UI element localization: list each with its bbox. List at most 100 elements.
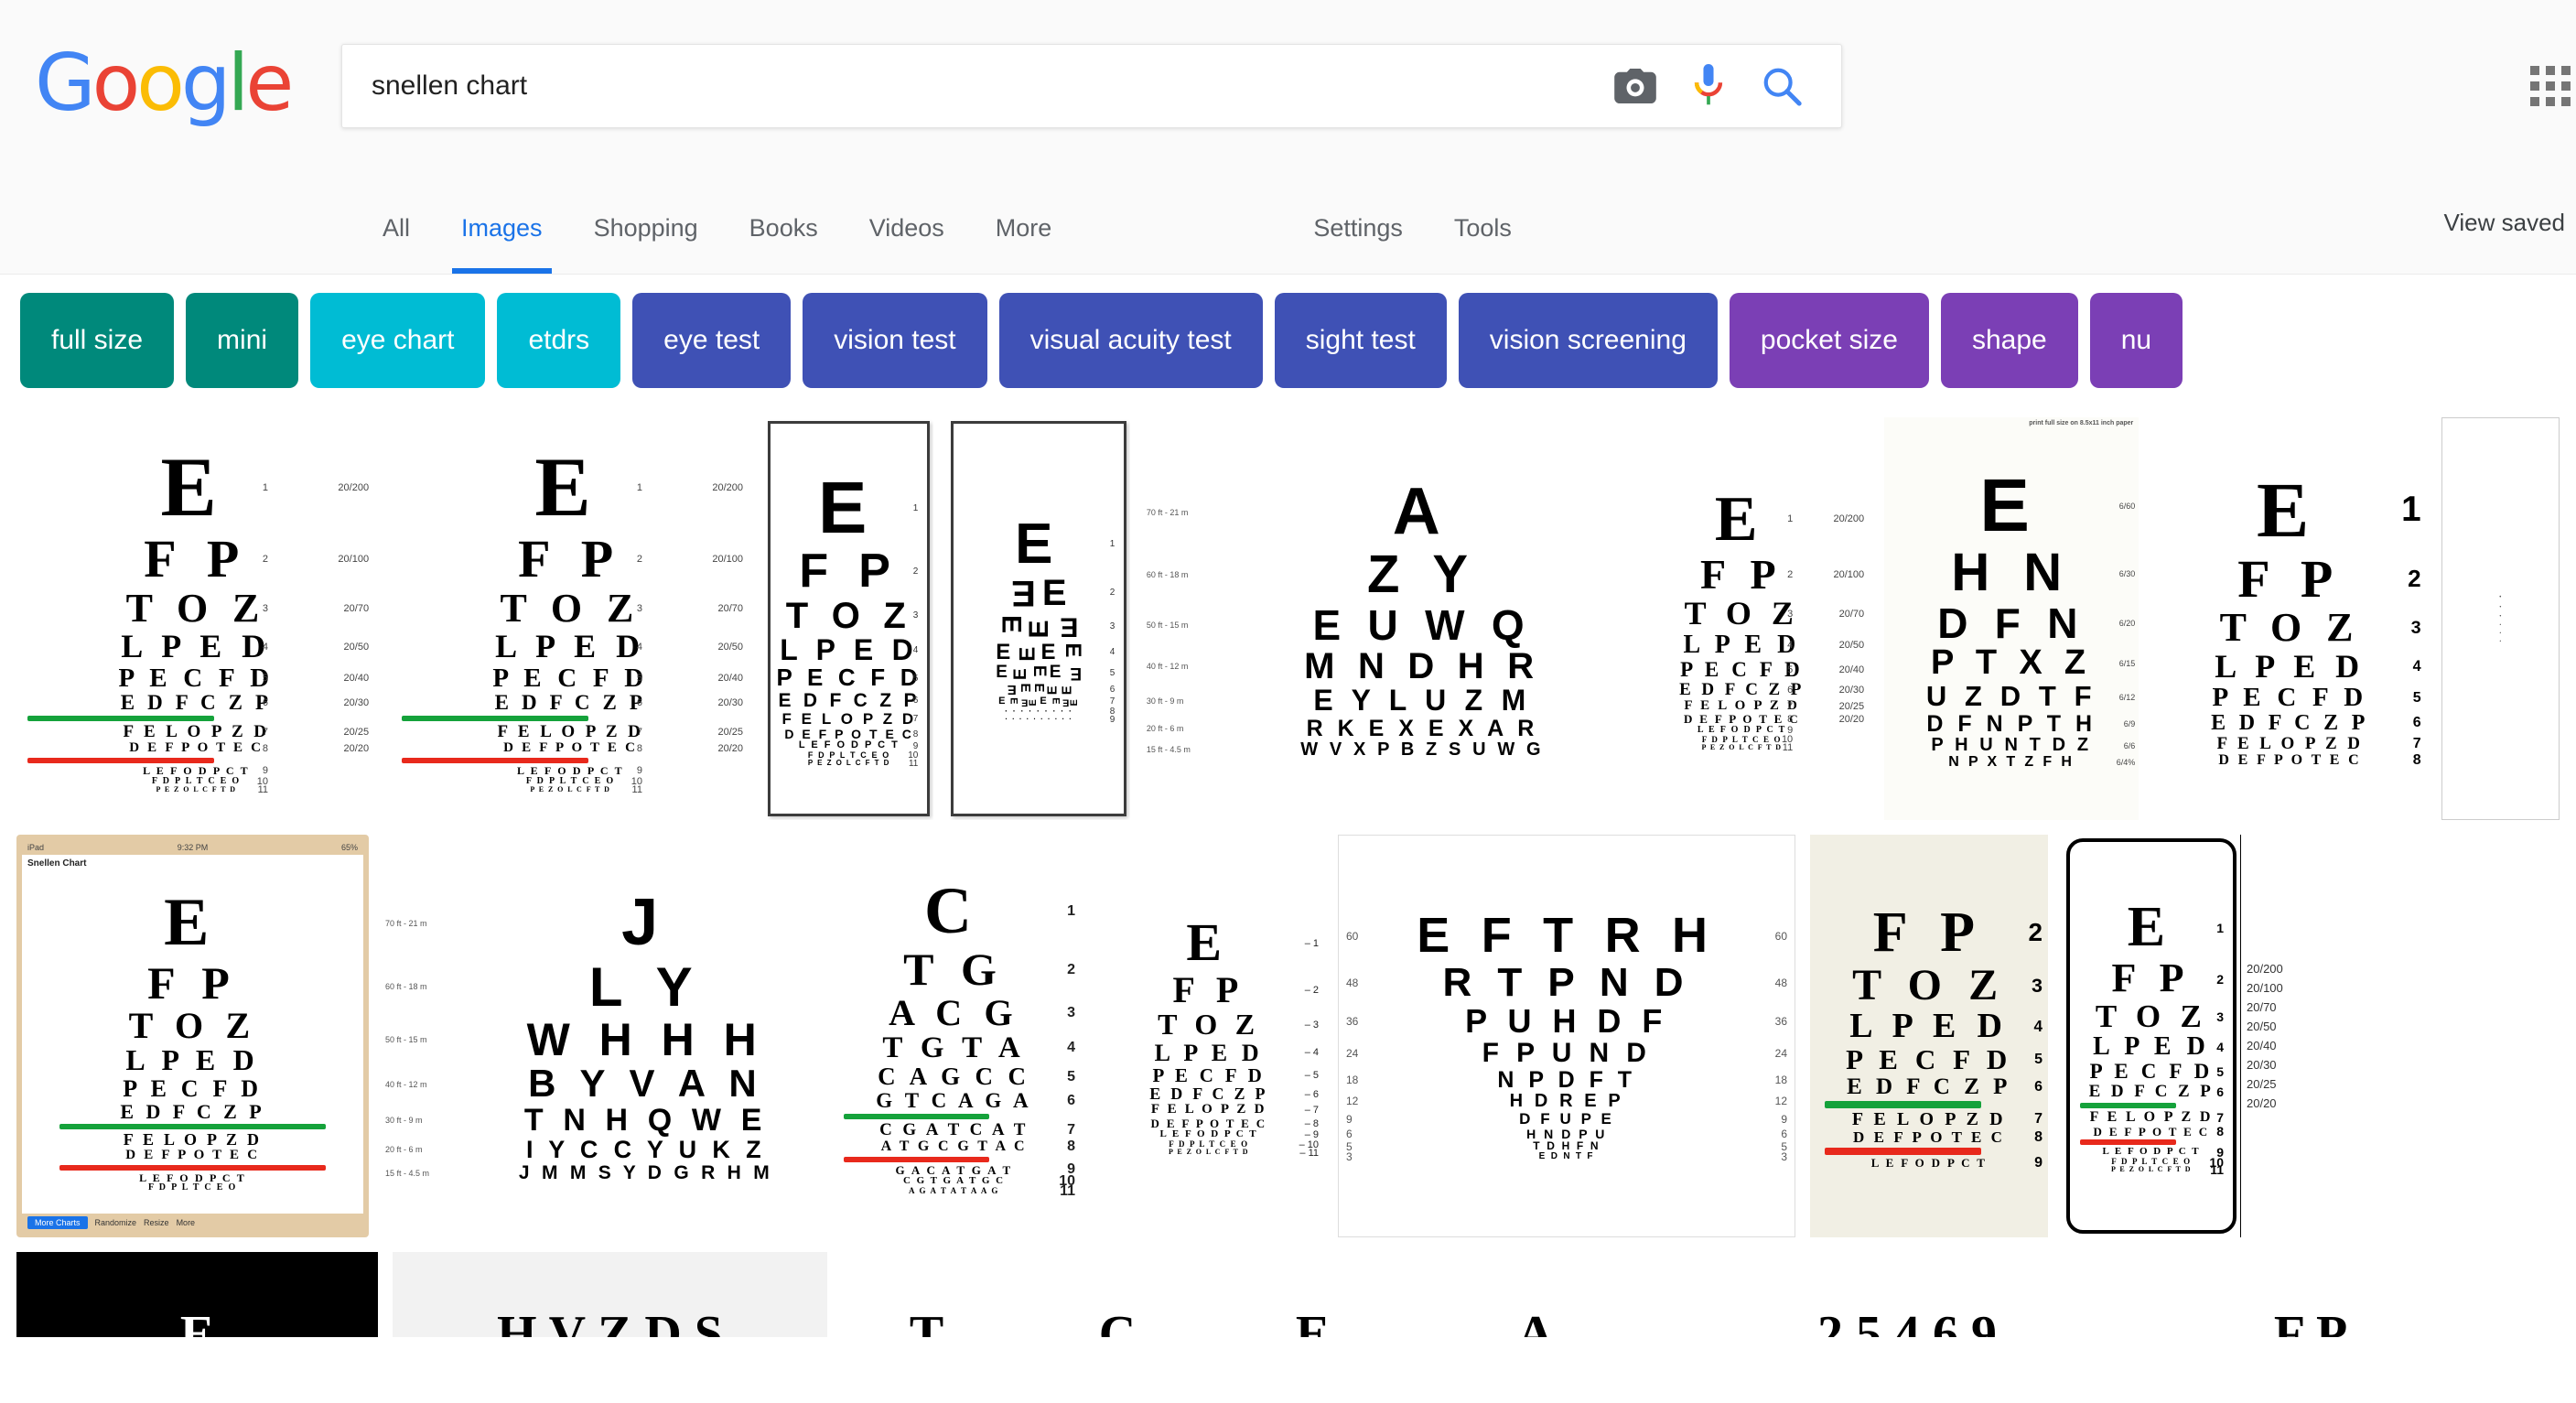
chart-row: 30 ft - 9 m T N H Q W E (383, 1104, 814, 1138)
search-input[interactable] (342, 70, 1614, 102)
chip-visual-acuity-test[interactable]: visual acuity test (998, 293, 1263, 388)
chart-rule-green (401, 716, 589, 722)
chart-row: A C G 3 (828, 993, 1080, 1032)
chart-row: 36 P U H D F 36 (1339, 1004, 1795, 1039)
tab-all[interactable]: All (357, 182, 436, 274)
image-result-snellen-chart-framed-sans[interactable]: E1F P2T O Z3L P E D4P E C F D5E D F C Z … (764, 417, 933, 820)
image-result-ipad-snellen-app[interactable]: iPad 9:32 PM 65% Snellen Chart E F PT O ZL P … (16, 835, 369, 1237)
image-result-dna-sequence-eye-chart[interactable]: C1T G2A C G3T G T A4C A G C C5G T C A G … (828, 835, 1080, 1237)
image-result-thin-strip-chart[interactable]: · · · · · · (2441, 417, 2560, 820)
footer-item[interactable]: Randomize (95, 1218, 137, 1227)
chart-row-number: 3 (2410, 618, 2421, 639)
chart-row: L P E D 4 (2153, 649, 2426, 685)
chart-rule-red (2079, 1139, 2177, 1146)
image-result-tumbling-e-chart[interactable]: E 1 E E 2 E E E 3 E E E E 4 E E E E E 5 E E E E E 6 E E E E E E E E 7 · · ·… (947, 417, 1130, 820)
image-result-a-chart[interactable]: A20/200 (1417, 1252, 1654, 1337)
footer-item[interactable]: More (177, 1218, 196, 1227)
chip-full-size[interactable]: full size (20, 293, 175, 388)
image-result-snellen-chart-big-numbers[interactable]: E1F P2T O Z3L P E D4P E C F D5E D F C Z … (2153, 417, 2427, 820)
image-result-hvzds-chart[interactable]: H V Z D S (393, 1252, 827, 1337)
chart-row-number: 4 (2216, 1040, 2224, 1055)
tumbling-e-glyph: E (996, 640, 1015, 665)
chart-letter-row: E (817, 467, 880, 549)
chip-shape[interactable]: shape (1940, 293, 2078, 388)
image-result-snellen-chart-classic-serif-2[interactable]: E 1 20/200 F P 2 20/100 T O Z 3 20/70 L P E D 4 20/… (390, 417, 750, 820)
image-result-vintage-cream-chart[interactable]: F P 2 T O Z 3 L P E D 4 P E C F D 5 E D F C Z P 6… (1810, 835, 2048, 1237)
image-result-c-card[interactable]: C (1026, 1252, 1209, 1337)
chart-row: L P E D 4 (2074, 1033, 2229, 1061)
apps-grid-icon[interactable] (2530, 66, 2571, 106)
apps-dot (2546, 97, 2555, 106)
tab-more[interactable]: More (970, 182, 1078, 274)
more-charts-button[interactable]: More Charts (27, 1216, 88, 1229)
image-result-rounded-frame-chart[interactable]: E1F P2T O Z3L P E D4P E C F D5E D F C Z … (2063, 835, 2337, 1237)
chip-eye-test[interactable]: eye test (632, 293, 792, 388)
image-result-metric-acuity-chart[interactable]: print full size on 8.5x11 inch paper E 6/6… (1883, 417, 2139, 820)
chip-vision-screening[interactable]: vision screening (1458, 293, 1718, 388)
chip-pocket-size[interactable]: pocket size (1729, 293, 1929, 388)
search-box[interactable] (341, 44, 1842, 128)
ipad-status-text: 9:32 PM (177, 843, 209, 852)
image-result-azy-distance-chart[interactable]: 70 ft - 21 m A 60 ft - 18 mZ Y 50 ft - 15 m… (1144, 417, 1601, 820)
chart-row-number: 4 (2033, 1018, 2042, 1036)
chip-etdrs[interactable]: etdrs (497, 293, 621, 388)
chart-row-number: 6 (1109, 684, 1116, 695)
chart-row-number: – 1 (1304, 937, 1319, 949)
eye-chart: E 1 20/200 F P 2 20/100 T O Z 3 20/70 L P E D 4 20/… (391, 417, 750, 820)
chip-nu[interactable]: nu (2089, 293, 2183, 388)
eye-chart: 70 ft - 21 m J 60 ft - 18 mL Y 50 ft - 15 m… (383, 835, 814, 1237)
image-result-numbers-chart[interactable]: 2 5 4 6 920/200 (1669, 1252, 2145, 1337)
image-result-t-card[interactable]: T (842, 1252, 1011, 1337)
chart-letter-row: L E F O D P C T (143, 764, 250, 778)
chip-mini[interactable]: mini (186, 293, 299, 388)
tab-settings[interactable]: Settings (1288, 182, 1428, 274)
chart-letter-row: P E Z O L C F T D (807, 759, 890, 768)
chart-row: P E C F D 5 20/40 (1614, 658, 1870, 681)
chart-letter-row: U Z D T F (1925, 680, 2097, 713)
tab-shopping[interactable]: Shopping (568, 182, 724, 274)
tumbling-e-glyph: E (996, 663, 1011, 683)
chart-row: L P E D 4 20/50 (391, 629, 750, 664)
chart-distance-label: 60 ft - 18 m (1146, 570, 1189, 580)
chart-rule-red (843, 1156, 989, 1162)
chip-sight-test[interactable]: sight test (1274, 293, 1447, 388)
chart-row: P E C F D 5 (1810, 1044, 2048, 1075)
tumbling-e-glyph: E (1040, 640, 1060, 665)
image-result-eftrh-point-size-chart[interactable]: 60 E F T R H 60 48 R T P N D 48 36 P U H D F 36 2… (1338, 835, 1795, 1237)
footer-item[interactable]: Resize (144, 1218, 169, 1227)
chart-letter-row: H N D P U (1526, 1126, 1607, 1141)
chart-letter-row: F E L O P Z D (781, 709, 917, 728)
image-result-fp-chart[interactable]: F P (2160, 1252, 2462, 1337)
chart-row-left-number: 48 (1346, 977, 1359, 990)
tumbling-e-glyph: E (1040, 696, 1049, 707)
tab-books[interactable]: Books (724, 182, 844, 274)
image-result-snellen-chart-dash-numbers[interactable]: E – 1 F P – 2 T O Z – 3 L P E D – 4 P E C F D – 5… (1094, 835, 1323, 1237)
chart-row-number: 11 (1060, 1182, 1075, 1199)
chart-row-number: 5 (1109, 667, 1116, 678)
chart-row: C A G C C 5 (828, 1063, 1080, 1090)
image-result-snellen-chart-classic-serif[interactable]: E 1 20/200 F P 2 20/100 T O Z 3 20/70 L P E D 4 20/… (16, 417, 376, 820)
image-result-jly-distance-chart[interactable]: 70 ft - 21 m J 60 ft - 18 mL Y 50 ft - 15 m… (383, 835, 814, 1237)
chart-row-acuity: 20/70 (1838, 609, 1865, 621)
chip-eye-chart[interactable]: eye chart (310, 293, 486, 388)
search-icon[interactable] (1761, 65, 1803, 107)
chart-row: P E C F D 5 20/40 (391, 664, 750, 692)
tab-images[interactable]: Images (436, 182, 568, 274)
ipad-status-text: iPad (27, 843, 45, 852)
image-result-black-border-e-chart[interactable]: E20/200 (16, 1252, 378, 1337)
google-logo[interactable]: Google (35, 44, 294, 123)
camera-icon[interactable] (1614, 69, 1656, 103)
chart-row: T G 2 (828, 945, 1080, 994)
chart-row-number: 11 (257, 784, 269, 796)
chart-letter-row: G T C A G A (876, 1088, 1032, 1112)
image-result-e-card[interactable]: E (1223, 1252, 1402, 1337)
chart-row-number: 7 (636, 727, 642, 739)
tab-tools[interactable]: Tools (1428, 182, 1537, 274)
chip-vision-test[interactable]: vision test (803, 293, 987, 388)
microphone-icon[interactable] (1693, 64, 1724, 108)
image-result-snellen-chart-classic-serif-3[interactable]: E 1 20/200 F P 2 20/100 T O Z 3 20/70 L P E D 4 20/… (1614, 417, 1870, 820)
eye-chart: E 1 E E 2 E E E 3 E E E E 4 E E E E E 5 E E E E E 6 E E E E E E E E 7 · · ·… (954, 424, 1124, 814)
chart-letters: 2 5 4 6 9 (1817, 1306, 1997, 1337)
chart-row-number: 2 (2028, 918, 2042, 947)
tab-videos[interactable]: Videos (844, 182, 970, 274)
